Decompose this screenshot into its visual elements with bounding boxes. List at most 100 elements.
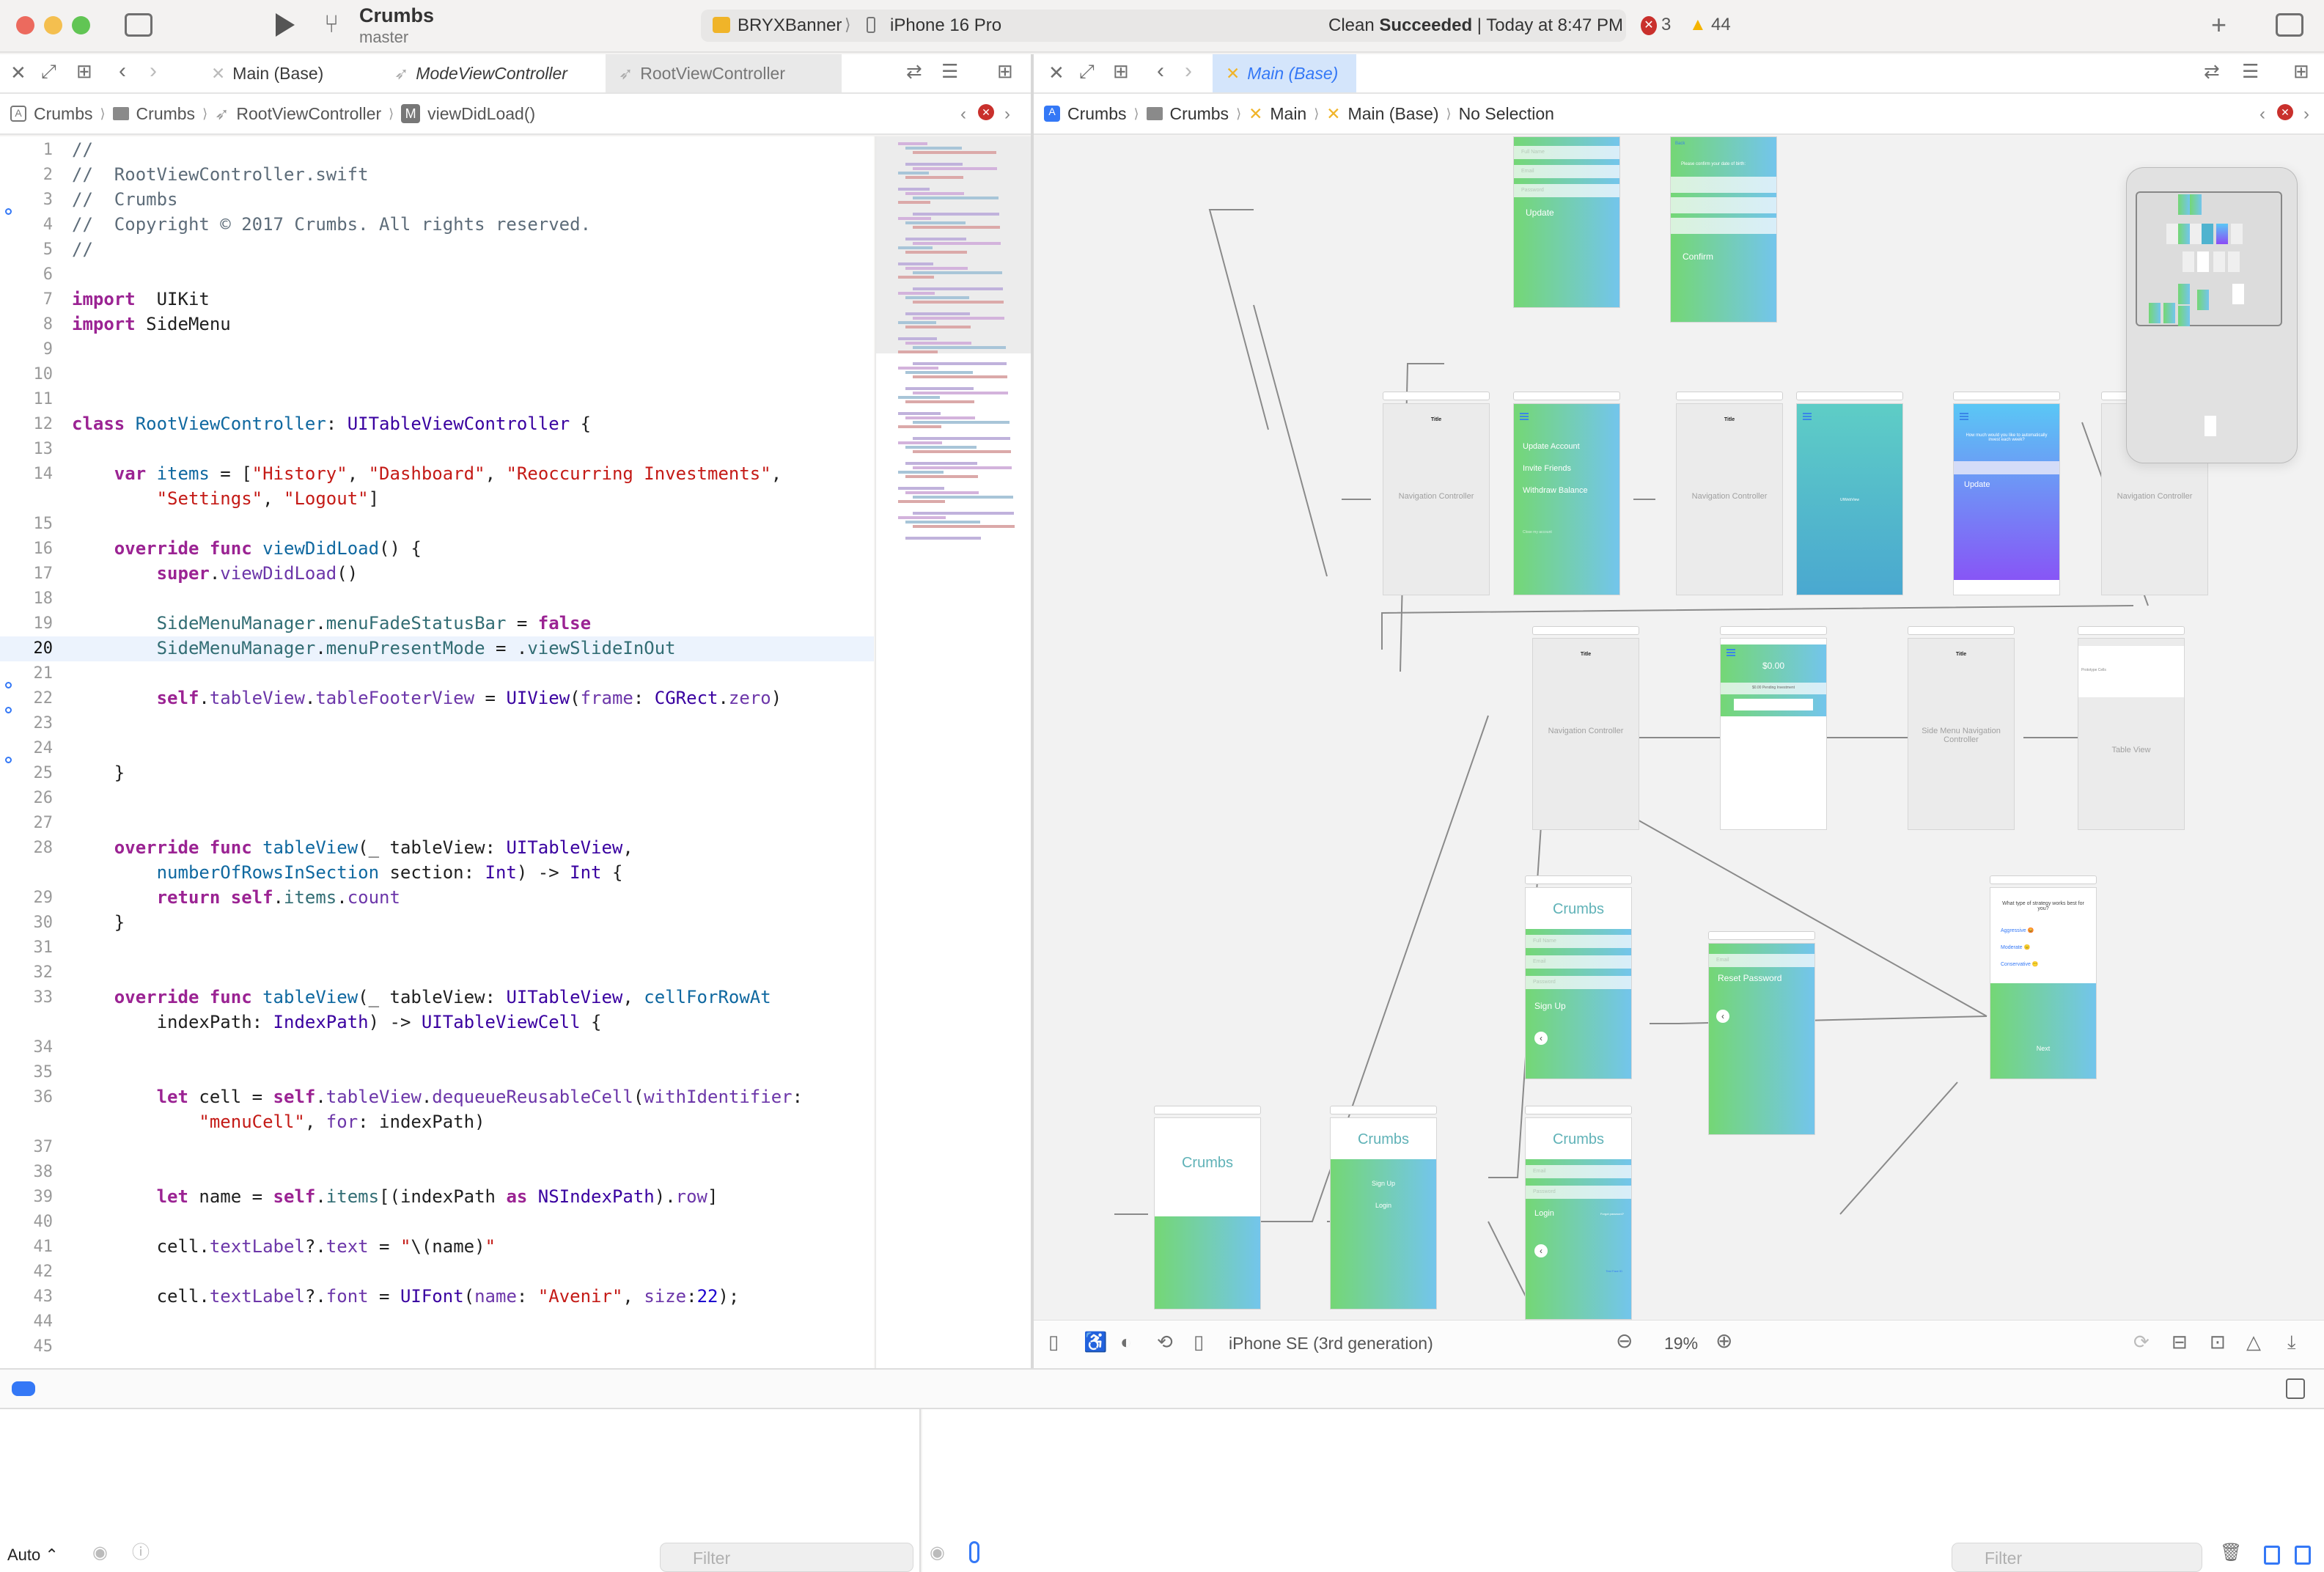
breadcrumb-project[interactable]: Crumbs — [34, 104, 93, 124]
info-icon[interactable]: ⓘ — [132, 1544, 150, 1562]
code-line[interactable]: SideMenuManager.menuFadeStatusBar = fals… — [72, 613, 591, 633]
tab-modeviewcontroller[interactable]: ➶ ModeViewController — [381, 54, 581, 92]
scene-launch[interactable]: Crumbs — [1154, 1117, 1261, 1310]
code-line[interactable]: cell.textLabel?.font = UIFont(name: "Ave… — [72, 1286, 740, 1307]
previous-issue-icon[interactable]: ‹ — [2259, 104, 2265, 125]
tab-rootviewcontroller[interactable]: ➶ RootViewController — [606, 54, 842, 92]
trash-icon[interactable]: 🗑 — [2220, 1544, 2242, 1562]
orientation-icon[interactable]: ⟲ — [1157, 1332, 1173, 1351]
show-console-icon[interactable] — [2295, 1546, 2311, 1565]
line-number[interactable]: 14 — [0, 465, 54, 483]
scene-reset-password[interactable]: Email Reset Password ‹ — [1708, 943, 1815, 1135]
issue-error-icon[interactable]: ✕ — [2277, 104, 2293, 120]
code-line[interactable]: override func viewDidLoad() { — [72, 538, 422, 559]
code-line[interactable]: override func tableView(_ tableView: UIT… — [72, 837, 633, 858]
code-line[interactable]: // — [72, 139, 93, 160]
code-line[interactable]: cell.textLabel?.text = "\(name)" — [72, 1236, 496, 1257]
line-number[interactable]: 37 — [0, 1138, 54, 1156]
breadcrumb-group[interactable]: Crumbs — [1170, 104, 1229, 124]
change-indicator-icon[interactable] — [5, 757, 12, 763]
line-number[interactable]: 24 — [0, 739, 54, 757]
code-line[interactable]: // — [72, 239, 93, 260]
branch-name[interactable]: master — [359, 28, 408, 47]
zoom-level[interactable]: 19% — [1664, 1334, 1698, 1354]
code-line[interactable]: let cell = self.tableView.dequeueReusabl… — [72, 1087, 803, 1107]
scheme-selector[interactable]: BRYXBanner — [738, 15, 842, 36]
line-number[interactable]: 4 — [0, 216, 53, 234]
line-number[interactable]: 45 — [0, 1337, 54, 1356]
scene-confirm-dob[interactable]: Back Please confirm your date of birth: … — [1670, 136, 1777, 323]
breadcrumb-symbol[interactable]: viewDidLoad() — [427, 104, 535, 124]
warning-icon[interactable]: ▲ — [1689, 15, 1707, 35]
add-editor-icon[interactable]: ⊞ — [2293, 62, 2309, 81]
storyboard-canvas[interactable]: Full Name Email Password Update Back Ple… — [1034, 136, 2324, 1320]
line-number[interactable]: 6 — [0, 265, 53, 284]
close-editor-icon[interactable]: ✕ — [10, 63, 26, 82]
tab-main-base-storyboard[interactable]: ✕ Main (Base) — [1213, 54, 1356, 92]
code-line[interactable]: import SideMenu — [72, 314, 231, 334]
add-constraints-icon[interactable]: ⊡ — [2210, 1332, 2226, 1351]
line-number[interactable]: 26 — [0, 789, 54, 807]
line-number[interactable]: 34 — [0, 1038, 54, 1057]
issue-error-icon[interactable]: ✕ — [978, 104, 994, 120]
toggle-inspector-icon[interactable] — [2276, 13, 2303, 37]
scene-navigation-controller[interactable]: Title Navigation Controller — [1676, 403, 1783, 595]
line-number[interactable]: 42 — [0, 1263, 54, 1281]
scene-strategy[interactable]: What type of strategy works best for you… — [1990, 887, 2097, 1079]
grid-icon[interactable]: ⊞ — [1113, 62, 1129, 81]
back-icon[interactable]: ‹ — [119, 60, 126, 82]
line-number[interactable]: 7 — [0, 290, 53, 309]
expand-editor-icon[interactable]: ⤢ — [41, 62, 56, 81]
line-number[interactable]: 1 — [0, 141, 53, 159]
change-indicator-icon[interactable] — [5, 682, 12, 688]
forward-icon[interactable]: › — [1185, 60, 1192, 82]
line-number[interactable]: 43 — [0, 1288, 54, 1306]
zoom-window-button[interactable] — [72, 16, 90, 34]
zoom-out-icon[interactable]: ⊖ — [1616, 1331, 1633, 1351]
warning-count[interactable]: 44 — [1711, 15, 1731, 35]
line-number[interactable]: 21 — [0, 664, 54, 683]
line-number[interactable]: 19 — [0, 614, 54, 633]
scene-sign-up[interactable]: Crumbs Full Name Email Password Sign Up … — [1525, 887, 1632, 1079]
destination-selector[interactable]: iPhone 16 Pro — [890, 15, 1001, 36]
project-name[interactable]: Crumbs — [359, 4, 434, 27]
scene-navigation-controller[interactable]: Title Navigation Controller — [1532, 638, 1639, 830]
code-line[interactable]: return self.items.count — [72, 887, 400, 908]
close-editor-icon[interactable]: ✕ — [1048, 63, 1064, 82]
related-items-icon[interactable]: ⇄ — [906, 62, 922, 81]
related-items-icon[interactable]: ⇄ — [2204, 62, 2220, 81]
line-number[interactable]: 30 — [0, 914, 54, 932]
line-number[interactable]: 10 — [0, 365, 54, 383]
eye-icon[interactable]: ◉ — [930, 1544, 945, 1562]
line-number[interactable]: 5 — [0, 240, 53, 259]
close-window-button[interactable] — [16, 16, 34, 34]
minimap[interactable] — [875, 136, 1032, 1368]
back-icon[interactable]: ‹ — [1157, 60, 1164, 82]
line-number[interactable]: 15 — [0, 515, 54, 533]
toggle-navigator-icon[interactable] — [125, 13, 152, 37]
variables-scope-selector[interactable]: Auto ⌃ — [7, 1546, 59, 1565]
embed-in-icon[interactable]: ⤓ — [2287, 1332, 2296, 1351]
line-number[interactable]: 17 — [0, 565, 54, 583]
show-variables-icon[interactable] — [2264, 1546, 2280, 1565]
canvas-overview-viewport[interactable] — [2136, 191, 2282, 326]
eye-icon[interactable]: ◉ — [92, 1544, 108, 1562]
code-line[interactable]: var items = ["History", "Dashboard", "Re… — [72, 463, 782, 484]
line-number[interactable]: 27 — [0, 814, 54, 832]
next-issue-icon[interactable]: › — [2303, 104, 2309, 125]
scene-table-view[interactable]: Prototype Cells Table View — [2078, 638, 2185, 830]
code-line[interactable]: let name = self.items[(indexPath as NSIn… — [72, 1186, 718, 1207]
minimize-window-button[interactable] — [44, 16, 62, 34]
breadcrumb-file[interactable]: RootViewController — [236, 104, 381, 124]
line-number[interactable]: 31 — [0, 939, 54, 957]
device-selector[interactable]: iPhone SE (3rd generation) — [1229, 1334, 1433, 1354]
accessibility-icon[interactable]: ♿ — [1084, 1332, 1107, 1351]
line-number[interactable]: 20 — [0, 639, 54, 658]
line-number[interactable]: 33 — [0, 988, 54, 1007]
zoom-in-icon[interactable]: ⊕ — [1716, 1331, 1732, 1351]
source-editor[interactable]: 1 // 2 // RootViewController.swift 3 // Crumb… — [0, 136, 874, 1368]
code-line[interactable]: self.tableView.tableFooterView = UIView(… — [72, 688, 782, 708]
error-count[interactable]: 3 — [1661, 15, 1671, 35]
code-line[interactable]: // RootViewController.swift — [72, 164, 369, 185]
change-indicator-icon[interactable] — [5, 208, 12, 215]
